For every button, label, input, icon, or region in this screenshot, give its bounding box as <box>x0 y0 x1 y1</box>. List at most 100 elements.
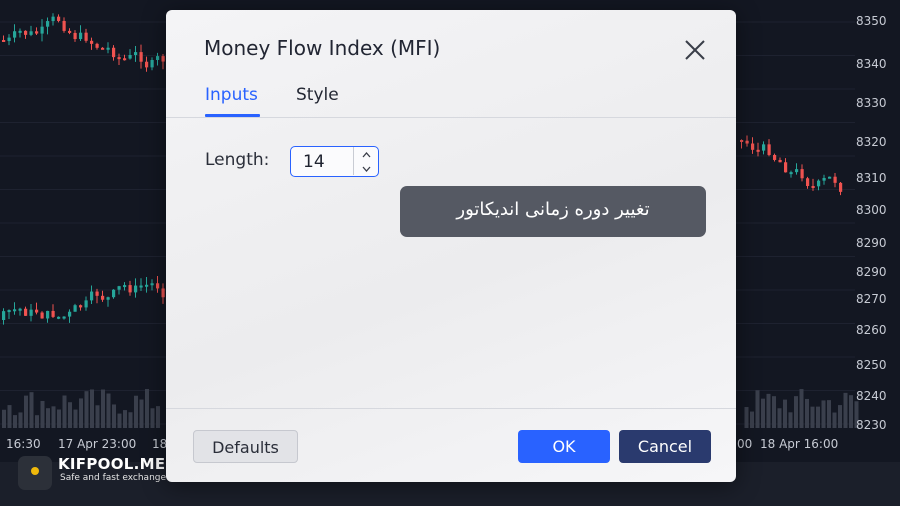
volume-bar <box>2 409 6 428</box>
candle-body <box>773 154 777 160</box>
volume-bar <box>744 407 749 428</box>
kifpool-logo-icon <box>18 456 52 490</box>
candle-body <box>762 144 766 151</box>
length-label: Length: <box>205 150 270 170</box>
volume-bar <box>128 412 133 428</box>
candle-body <box>117 57 121 60</box>
candle-body <box>745 140 749 144</box>
price-label: 8340 <box>856 57 887 71</box>
price-label: 8230 <box>856 418 887 432</box>
chevron-down-icon <box>362 166 371 172</box>
candle-body <box>117 286 121 290</box>
volume-bar <box>766 393 771 428</box>
volume-bar <box>24 395 28 428</box>
volume-bar <box>73 409 78 428</box>
candle-body <box>79 305 83 308</box>
candle-body <box>24 30 28 35</box>
volume-bar <box>57 409 61 428</box>
candle-body <box>35 309 39 313</box>
watermark-title: KIFPOOL.ME <box>58 455 166 473</box>
volume-bar <box>117 413 122 428</box>
volume-bar <box>68 402 72 428</box>
volume-bar <box>794 396 798 428</box>
candle-body <box>150 60 154 68</box>
candle-body <box>106 297 110 300</box>
candle-body <box>46 310 50 319</box>
candle-body <box>57 16 61 21</box>
volume-bar <box>134 395 138 428</box>
time-label: 16:30 <box>6 437 41 451</box>
candle-body <box>101 47 105 50</box>
candle-body <box>2 40 6 42</box>
candle-body <box>29 31 33 35</box>
candle-body <box>90 40 94 44</box>
volume-bar <box>40 400 45 428</box>
volume-bar <box>799 389 804 428</box>
candle-body <box>90 291 94 301</box>
time-label: 17 Apr 23:00 <box>58 437 137 451</box>
length-value[interactable]: 14 <box>303 152 325 172</box>
ok-button[interactable]: OK <box>518 430 610 463</box>
length-stepper[interactable] <box>353 147 379 175</box>
candle-body <box>795 169 799 173</box>
dialog-title: Money Flow Index (MFI) <box>204 36 441 60</box>
candle-body <box>156 56 160 61</box>
price-label: 8350 <box>856 14 887 28</box>
candle-body <box>7 37 11 42</box>
tab-divider <box>166 117 736 118</box>
candle-body <box>68 30 72 33</box>
candle-body <box>112 47 116 58</box>
volume-bar <box>827 400 831 428</box>
candle-body <box>106 47 110 50</box>
watermark-subtitle: Safe and fast exchange <box>60 473 167 483</box>
candle-body <box>767 144 771 155</box>
candle-body <box>18 30 22 33</box>
candle-body <box>134 52 138 56</box>
candle-body <box>35 31 39 34</box>
tab-inputs[interactable]: Inputs <box>205 85 258 105</box>
candle-body <box>128 55 132 59</box>
candle-body <box>784 162 788 173</box>
candle-body <box>95 291 99 296</box>
volume-bar <box>788 412 793 428</box>
tooltip: تغییر دوره زمانی اندیکاتور <box>400 186 706 237</box>
candle-body <box>40 312 44 319</box>
candle-body <box>73 32 77 40</box>
candle-body <box>128 285 132 293</box>
cancel-button[interactable]: Cancel <box>619 430 711 463</box>
candle-body <box>139 285 143 288</box>
candle-body <box>2 311 6 320</box>
volume-bar <box>101 389 105 428</box>
step-up-button[interactable] <box>354 147 379 161</box>
time-label: 00 <box>737 437 753 451</box>
price-label: 8290 <box>856 265 887 279</box>
candle-body <box>145 284 149 287</box>
time-label: 18 Apr 16:00 <box>760 437 839 451</box>
candle-body <box>139 52 143 62</box>
tab-style[interactable]: Style <box>296 85 339 105</box>
volume-bar <box>761 398 765 428</box>
defaults-button[interactable]: Defaults <box>193 430 298 463</box>
length-input[interactable]: 14 <box>290 146 379 177</box>
price-label: 8250 <box>856 358 887 372</box>
footer-divider <box>166 408 736 409</box>
candle-body <box>40 26 44 34</box>
price-label: 8320 <box>856 135 887 149</box>
candle-body <box>79 32 83 40</box>
close-button[interactable] <box>683 38 707 62</box>
step-down-button[interactable] <box>354 161 379 175</box>
volume-bar <box>84 391 89 428</box>
volume-bar <box>750 411 754 428</box>
volume-bar <box>139 399 144 428</box>
candle-body <box>29 309 33 316</box>
volume-bar <box>123 410 127 428</box>
candle-body <box>123 58 127 61</box>
close-icon <box>685 40 705 60</box>
volume-bar <box>29 392 34 428</box>
candle-body <box>24 308 28 316</box>
candle-body <box>51 16 55 22</box>
volume-bar <box>46 408 50 428</box>
candle-body <box>13 309 17 312</box>
volume-bar <box>810 406 815 428</box>
price-label: 8290 <box>856 236 887 250</box>
